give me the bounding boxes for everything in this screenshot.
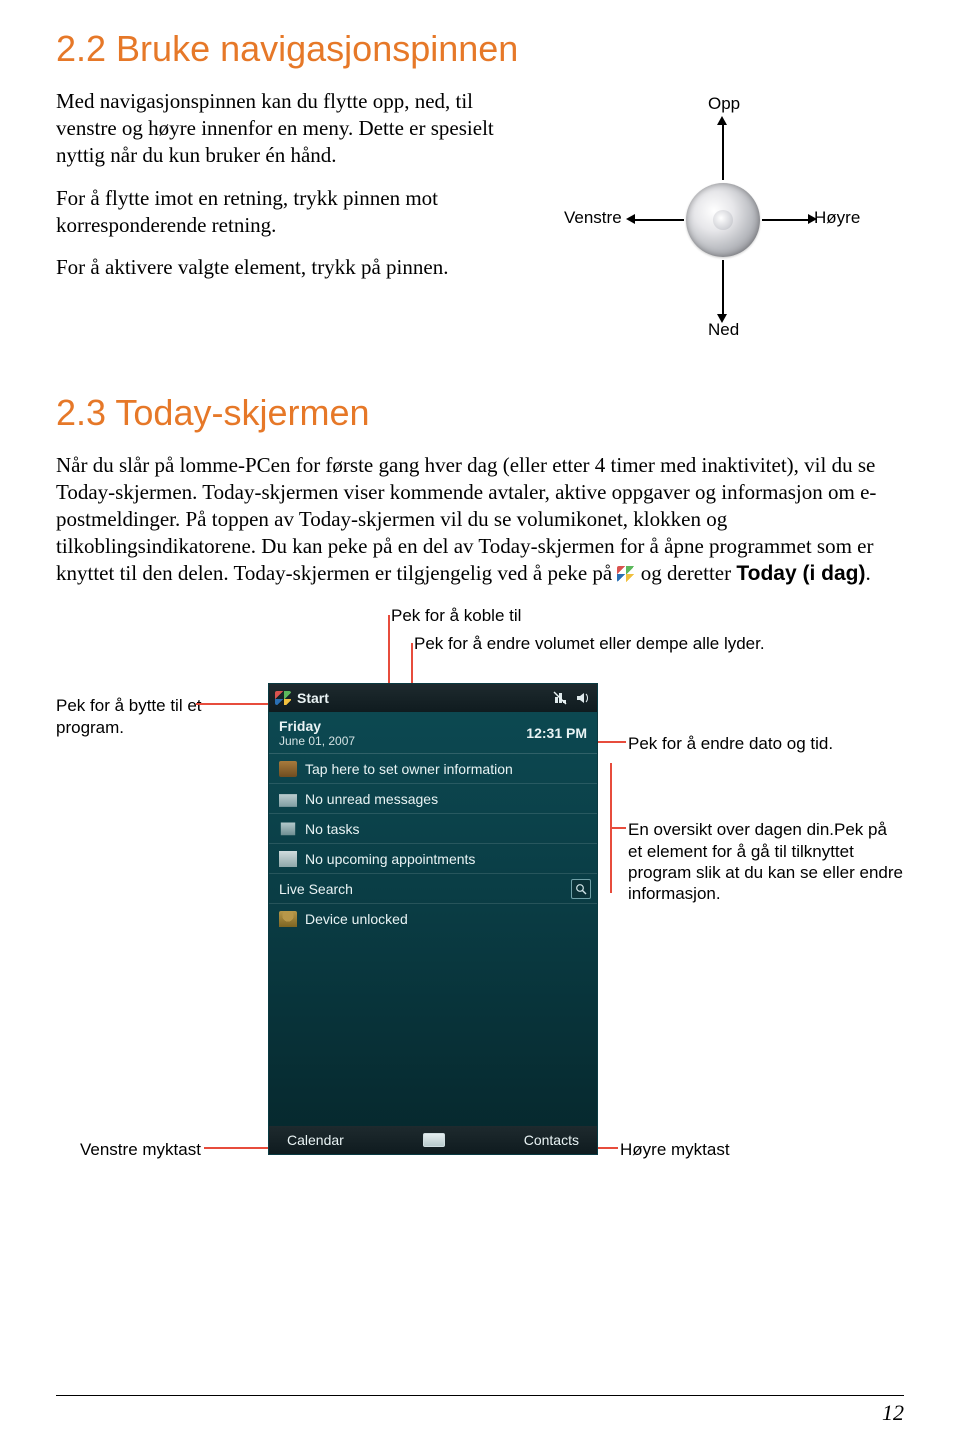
heading-2-2: 2.2 Bruke navigasjonspinnen <box>56 28 904 70</box>
wm-tasks-text: No tasks <box>305 821 359 837</box>
arrowhead-down-icon <box>717 314 727 323</box>
keyboard-icon[interactable] <box>423 1133 445 1147</box>
para-2-3-today: Today (i dag) <box>736 562 865 585</box>
para-2-3: Når du slår på lomme-PCen for første gan… <box>56 452 904 587</box>
arrowhead-right-icon <box>808 214 817 224</box>
wm-unread-text: No unread messages <box>305 791 438 807</box>
para-2-3-b: og deretter <box>641 561 737 585</box>
arrowhead-left-icon <box>626 214 635 224</box>
callout-left-softkey: Venstre myktast <box>80 1139 201 1160</box>
callout-overview: En oversikt over dagen din.Pek på et ele… <box>628 819 903 904</box>
wm-softkey-bar: Calendar Contacts <box>269 1126 597 1154</box>
wm-tasks-row[interactable]: No tasks <box>269 814 597 844</box>
softkey-right[interactable]: Contacts <box>524 1132 579 1148</box>
callout-datetime: Pek for å endre dato og tid. <box>628 733 888 754</box>
navpad-button-icon <box>686 183 760 257</box>
para-2-2-3: For å aktivere valgte element, trykk på … <box>56 254 536 281</box>
leader-line <box>204 1147 276 1149</box>
wm-appts-text: No upcoming appointments <box>305 851 475 867</box>
arrow-down-icon <box>722 260 724 316</box>
mail-icon <box>279 791 297 807</box>
wm-unlocked-row[interactable]: Device unlocked <box>269 904 597 934</box>
connectivity-icon[interactable] <box>553 691 569 705</box>
wm-topbar[interactable]: Start <box>269 684 597 712</box>
wm-livesearch-text: Live Search <box>279 881 353 897</box>
para-2-2-1: Med navigasjonspinnen kan du flytte opp,… <box>56 88 536 169</box>
wm-date-row[interactable]: Friday June 01, 2007 12:31 PM <box>269 712 597 754</box>
wm-unlocked-text: Device unlocked <box>305 911 408 927</box>
start-flag-icon[interactable] <box>275 691 291 705</box>
navpad-diagram: Opp Venstre Høyre Ned <box>556 88 904 368</box>
tasks-icon <box>279 821 297 837</box>
leader-line <box>196 703 268 705</box>
arrow-up-icon <box>722 124 724 180</box>
navpad-label-left: Venstre <box>564 208 622 228</box>
wm-owner-row[interactable]: Tap here to set owner information <box>269 754 597 784</box>
page-number: 12 <box>882 1400 904 1426</box>
para-2-3-period: . <box>865 561 870 585</box>
wm-appointments-row[interactable]: No upcoming appointments <box>269 844 597 874</box>
navpad-label-right: Høyre <box>814 208 860 228</box>
leader-line <box>610 827 626 829</box>
owner-icon <box>279 761 297 777</box>
callout-right-softkey: Høyre myktast <box>620 1139 730 1160</box>
search-icon[interactable] <box>571 879 591 899</box>
softkey-left[interactable]: Calendar <box>287 1132 344 1148</box>
arrow-left-icon <box>634 219 684 221</box>
wm-start-label[interactable]: Start <box>297 690 547 706</box>
wm-messages-row[interactable]: No unread messages <box>269 784 597 814</box>
lock-icon <box>279 911 297 927</box>
arrow-right-icon <box>762 219 810 221</box>
arrowhead-up-icon <box>717 116 727 125</box>
callout-switch-program: Pek for å bytte til et program. <box>56 695 216 738</box>
leader-line <box>598 741 626 743</box>
heading-2-3: 2.3 Today-skjermen <box>56 392 904 434</box>
wm-date: June 01, 2007 <box>279 734 355 748</box>
wm-time: 12:31 PM <box>526 725 587 741</box>
volume-icon[interactable] <box>575 691 591 705</box>
wm-day: Friday <box>279 718 355 734</box>
wm-owner-text: Tap here to set owner information <box>305 761 513 777</box>
navpad-label-down: Ned <box>708 320 739 340</box>
wm-livesearch-row[interactable]: Live Search <box>269 874 597 904</box>
calendar-icon <box>279 851 297 867</box>
callout-volume: Pek for å endre volumet eller dempe alle… <box>414 633 834 654</box>
windows-flag-icon <box>617 566 635 582</box>
today-screen-screenshot: Start Friday June 01, 2007 12:31 PM Tap … <box>268 683 598 1155</box>
callout-connect: Pek for å koble til <box>391 605 521 626</box>
navpad-label-up: Opp <box>708 94 740 114</box>
footer-rule <box>56 1395 904 1396</box>
para-2-2-2: For å flytte imot en retning, trykk pinn… <box>56 185 536 239</box>
